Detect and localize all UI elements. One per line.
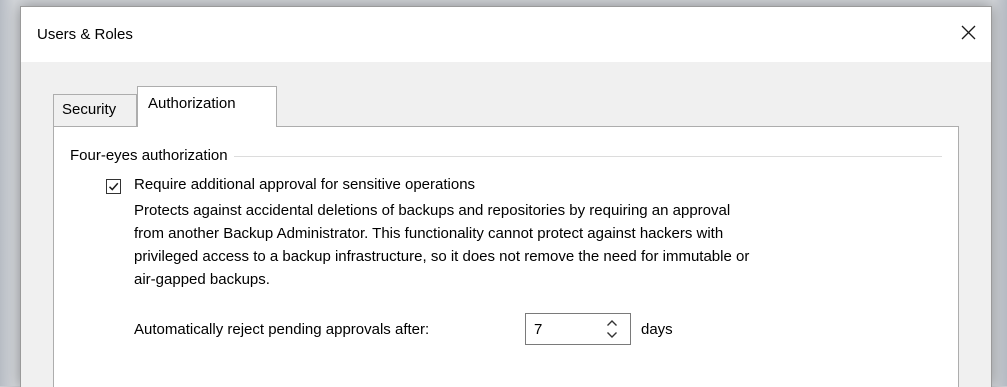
- group-title: Four-eyes authorization: [70, 147, 234, 164]
- days-unit-label: days: [641, 321, 673, 338]
- title-bar: Users & Roles: [21, 7, 991, 62]
- description-line: privileged access to a backup infrastruc…: [134, 248, 750, 265]
- description-line: from another Backup Administrator. This …: [134, 225, 724, 242]
- authorization-panel: Four-eyes authorization Require addition…: [53, 126, 959, 387]
- window-title: Users & Roles: [37, 26, 133, 43]
- tab-authorization[interactable]: Authorization: [137, 86, 277, 127]
- chevron-down-icon[interactable]: [606, 330, 618, 340]
- tab-security-label: Security: [62, 101, 117, 118]
- description-line: Protects against accidental deletions of…: [134, 202, 731, 219]
- tab-security[interactable]: Security: [53, 94, 137, 126]
- auto-reject-days-stepper[interactable]: 7: [525, 313, 631, 345]
- dialog-body: Security Authorization Four-eyes authori…: [21, 62, 991, 387]
- close-icon: [961, 25, 976, 45]
- chevron-up-icon[interactable]: [606, 318, 618, 328]
- approval-description: Protects against accidental deletions of…: [134, 199, 934, 291]
- require-approval-checkbox[interactable]: [106, 179, 121, 194]
- users-and-roles-dialog: Users & Roles Security Authorization Fou…: [20, 6, 992, 387]
- close-button[interactable]: [945, 7, 991, 62]
- auto-reject-label: Automatically reject pending approvals a…: [134, 321, 430, 338]
- description-line: air-gapped backups.: [134, 271, 270, 288]
- tab-authorization-label: Authorization: [148, 95, 236, 112]
- require-approval-label[interactable]: Require additional approval for sensitiv…: [134, 176, 475, 193]
- auto-reject-days-value[interactable]: 7: [534, 321, 542, 338]
